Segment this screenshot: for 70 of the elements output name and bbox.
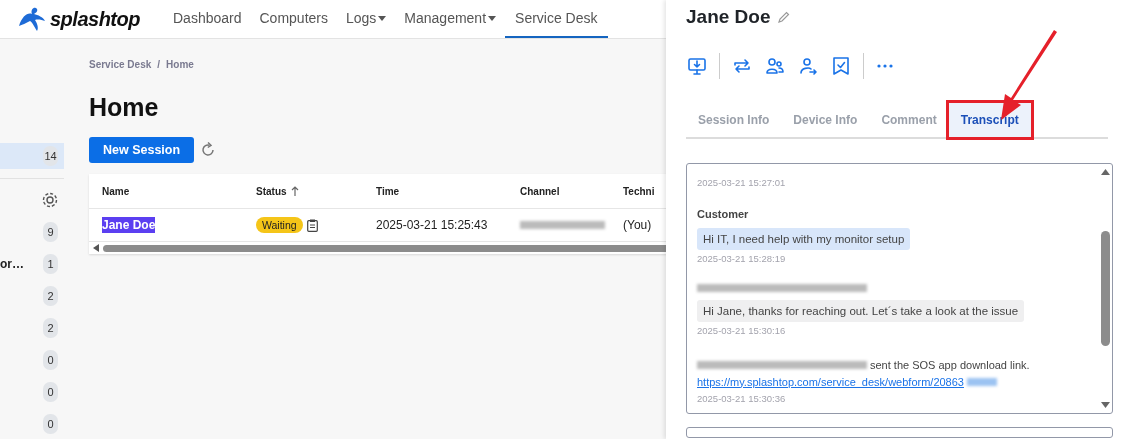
more-button[interactable]	[875, 62, 895, 70]
swap-arrows-icon	[733, 57, 751, 75]
scrollbar-thumb[interactable]	[103, 244, 669, 252]
brand-name: splashtop	[50, 7, 140, 31]
more-icon	[877, 64, 893, 68]
message-bubble: Hi IT, I need help with my monitor setup	[697, 228, 911, 250]
sidebar-item[interactable]: 14	[0, 143, 64, 169]
scroll-up-icon	[1100, 169, 1110, 175]
checklist-button[interactable]	[830, 55, 852, 77]
table-cell-text: 2025-03-21 15:25:43	[375, 218, 489, 232]
clipboard-icon	[306, 218, 318, 232]
sidebar-item[interactable]: 9	[0, 216, 64, 248]
users-icon	[766, 57, 784, 75]
status-badge: Waiting	[256, 217, 303, 233]
notice-text: sent the SOS app download link.	[870, 358, 1030, 371]
count-badge: 9	[43, 222, 58, 242]
sidebar-label: or…	[0, 257, 24, 271]
pencil-icon	[778, 11, 791, 23]
splash-logo-icon	[16, 6, 46, 32]
message-field[interactable]	[686, 427, 1113, 438]
download-link[interactable]: https://my.splashtop.com/service_desk/webform/20863	[697, 375, 964, 388]
scrollbar-thumb[interactable]	[1100, 231, 1110, 346]
page-title: Home	[89, 93, 160, 122]
breadcrumb-separator: /	[157, 59, 161, 70]
nav-link[interactable]: Computers	[250, 0, 337, 38]
timestamp: 2025-03-21 15:28:19	[697, 253, 787, 264]
scroll-left-icon	[93, 244, 99, 252]
nav-link[interactable]: Management	[395, 0, 506, 38]
nav-link[interactable]: Service Desk	[505, 0, 608, 38]
breadcrumb-link[interactable]: Home	[166, 59, 194, 70]
sidebar-item[interactable]: 0	[0, 344, 64, 376]
count-badge: 2	[43, 318, 58, 338]
column-header[interactable]: Status	[243, 185, 363, 197]
column-header[interactable]: Channel	[507, 185, 623, 197]
count-badge: 14	[43, 146, 58, 166]
scroll-down-icon	[1100, 402, 1110, 408]
count-badge: 0	[43, 350, 58, 370]
refresh-icon[interactable]	[200, 142, 217, 158]
message-bubble: Hi Jane, thanks for reaching out. Let´s take a look at the issue	[697, 300, 1025, 322]
user-arrow-button[interactable]	[797, 55, 819, 77]
table-cell-text: (You)	[623, 218, 653, 232]
name-link[interactable]: Jane Doe	[102, 217, 156, 233]
download-monitor-button[interactable]	[686, 55, 708, 77]
breadcrumb-link[interactable]: Service Desk	[89, 59, 152, 70]
tab[interactable]: Transcript	[948, 103, 1031, 137]
sidebar-item[interactable]: or… 1	[0, 248, 64, 280]
nav-link[interactable]: Dashboard	[164, 0, 251, 38]
sender-name: Customer	[697, 208, 750, 220]
settings-icon	[41, 191, 59, 209]
nav-link[interactable]: Logs	[336, 0, 396, 38]
checklist-icon	[832, 57, 850, 75]
column-header[interactable]: Name	[89, 185, 243, 197]
timestamp: 2025-03-21 15:30:36	[697, 393, 787, 404]
sidebar-item[interactable]: 0	[0, 376, 64, 408]
sidebar-item[interactable]: 2	[0, 280, 64, 312]
sidebar-item[interactable]: 0	[0, 408, 64, 439]
user-arrow-icon	[799, 57, 817, 75]
timestamp: 2025-03-21 15:27:01	[697, 177, 787, 188]
download-monitor-icon	[688, 57, 706, 75]
timestamp: 2025-03-21 15:30:16	[697, 325, 787, 336]
sidebar-item[interactable]: 2	[0, 312, 64, 344]
count-badge: 2	[43, 286, 58, 306]
count-badge: 1	[43, 254, 58, 274]
contact-name: Jane Doe	[686, 6, 771, 28]
column-header[interactable]: Techni	[623, 185, 669, 197]
count-badge: 0	[43, 382, 58, 402]
column-header[interactable]: Time	[363, 185, 507, 197]
count-badge: 0	[43, 414, 58, 434]
new-session-button[interactable]: New Session	[89, 137, 195, 163]
users-button[interactable]	[764, 55, 786, 77]
